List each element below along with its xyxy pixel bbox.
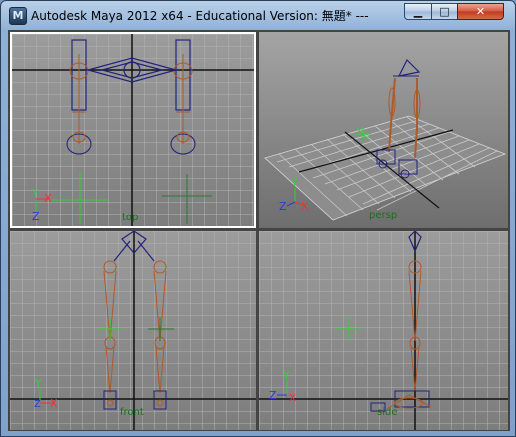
maya-app-icon[interactable]: M [9, 7, 27, 25]
maximize-button[interactable]: □ [431, 3, 458, 20]
axis-label-y: Y [290, 176, 298, 189]
axis-label-y: Y [31, 187, 39, 200]
axis-label-x: X [289, 393, 296, 404]
axis-label-z: Z [279, 200, 287, 213]
axis-label-y: Y [282, 369, 290, 382]
close-button[interactable]: ✕ [457, 3, 504, 20]
axis-label-x: X [50, 397, 58, 410]
top-viewport[interactable]: Y X Z top [10, 32, 256, 228]
viewport-area: Y X Z top Y X Z persp Y X Z front Y Z X … [8, 30, 510, 431]
minimize-button[interactable]: ▁ [404, 3, 432, 20]
camera-label-persp: persp [369, 210, 397, 221]
axis-label-x: X [44, 192, 52, 205]
window-title: Autodesk Maya 2012 x64 - Educational Ver… [31, 9, 369, 23]
side-viewport[interactable]: Y Z X side [259, 231, 508, 430]
axis-label-z: Z [269, 389, 277, 402]
axis-label-z: Z [34, 399, 41, 410]
front-viewport[interactable]: Y X Z front [10, 231, 256, 430]
axis-label-x: X [301, 200, 309, 213]
title-bar[interactable]: M Autodesk Maya 2012 x64 - Educational V… [1, 1, 515, 29]
grid [259, 231, 508, 430]
grid [10, 231, 256, 430]
camera-label-side: side [377, 407, 398, 418]
persp-viewport[interactable]: Y X Z persp [259, 32, 508, 228]
axis-label-z: Z [32, 210, 40, 223]
camera-label-front: front [120, 407, 144, 418]
maya-window: M Autodesk Maya 2012 x64 - Educational V… [0, 0, 516, 437]
camera-label-top: top [122, 212, 138, 223]
axis-label-y: Y [34, 377, 42, 390]
